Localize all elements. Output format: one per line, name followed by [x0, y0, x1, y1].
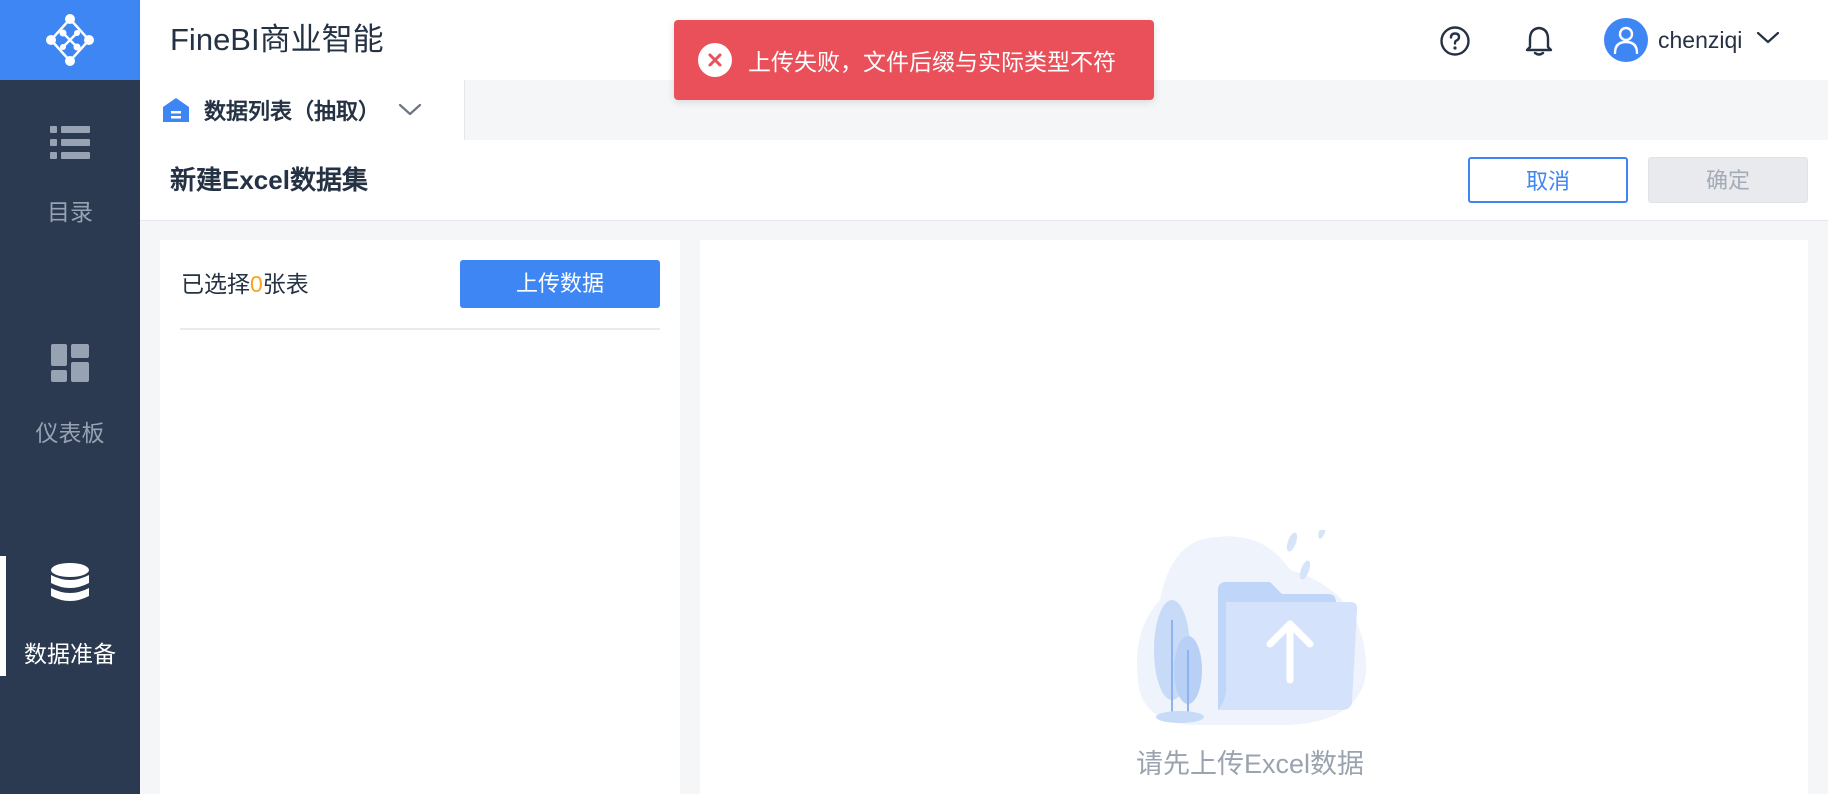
- chevron-down-icon[interactable]: [1756, 30, 1780, 51]
- dashboard-icon: [51, 344, 89, 388]
- sidebar-item-label: 数据准备: [24, 641, 116, 667]
- app-title: FineBI商业智能: [170, 22, 384, 57]
- sidebar-item-catalog[interactable]: 目录: [0, 116, 140, 236]
- divider: [180, 328, 660, 330]
- database-icon: [51, 563, 89, 609]
- list-icon: [50, 125, 90, 167]
- chevron-down-icon[interactable]: [398, 102, 422, 118]
- table-selection-panel: [160, 240, 680, 794]
- selected-prefix: 已选择: [181, 271, 250, 297]
- cancel-button[interactable]: 取消: [1468, 157, 1628, 203]
- selected-tables-count: 已选择0张表: [181, 268, 309, 300]
- home-icon: [162, 96, 190, 124]
- error-icon: [698, 43, 732, 77]
- tab-data-list[interactable]: 数据列表（抽取）: [140, 80, 465, 140]
- folder-upload-icon: [1130, 525, 1370, 735]
- error-toast: 上传失败，文件后缀与实际类型不符: [674, 20, 1154, 100]
- empty-state-text: 请先上传Excel数据: [1136, 749, 1365, 779]
- help-icon: [1440, 26, 1470, 56]
- selected-count: 0: [250, 271, 263, 297]
- sidebar-item-label: 目录: [47, 199, 93, 225]
- sidebar-item-label: 仪表板: [35, 420, 105, 446]
- toast-message: 上传失败，文件后缀与实际类型不符: [748, 49, 1116, 75]
- finebi-logo-icon: [46, 14, 94, 66]
- avatar[interactable]: [1604, 18, 1648, 62]
- help-button[interactable]: [1434, 20, 1476, 62]
- username[interactable]: chenziqi: [1658, 24, 1742, 56]
- upload-data-button[interactable]: 上传数据: [460, 260, 660, 308]
- selected-suffix: 张表: [262, 271, 309, 297]
- bell-icon: [1525, 26, 1553, 56]
- tab-label: 数据列表（抽取）: [204, 99, 381, 124]
- sidebar-item-dashboard[interactable]: 仪表板: [0, 336, 140, 456]
- user-icon: [1613, 26, 1639, 54]
- confirm-button[interactable]: 确定: [1648, 157, 1808, 203]
- logo[interactable]: [0, 0, 140, 80]
- sidebar-item-data-prep[interactable]: 数据准备: [0, 556, 140, 676]
- notification-button[interactable]: [1518, 20, 1560, 62]
- page-title: 新建Excel数据集: [170, 165, 368, 195]
